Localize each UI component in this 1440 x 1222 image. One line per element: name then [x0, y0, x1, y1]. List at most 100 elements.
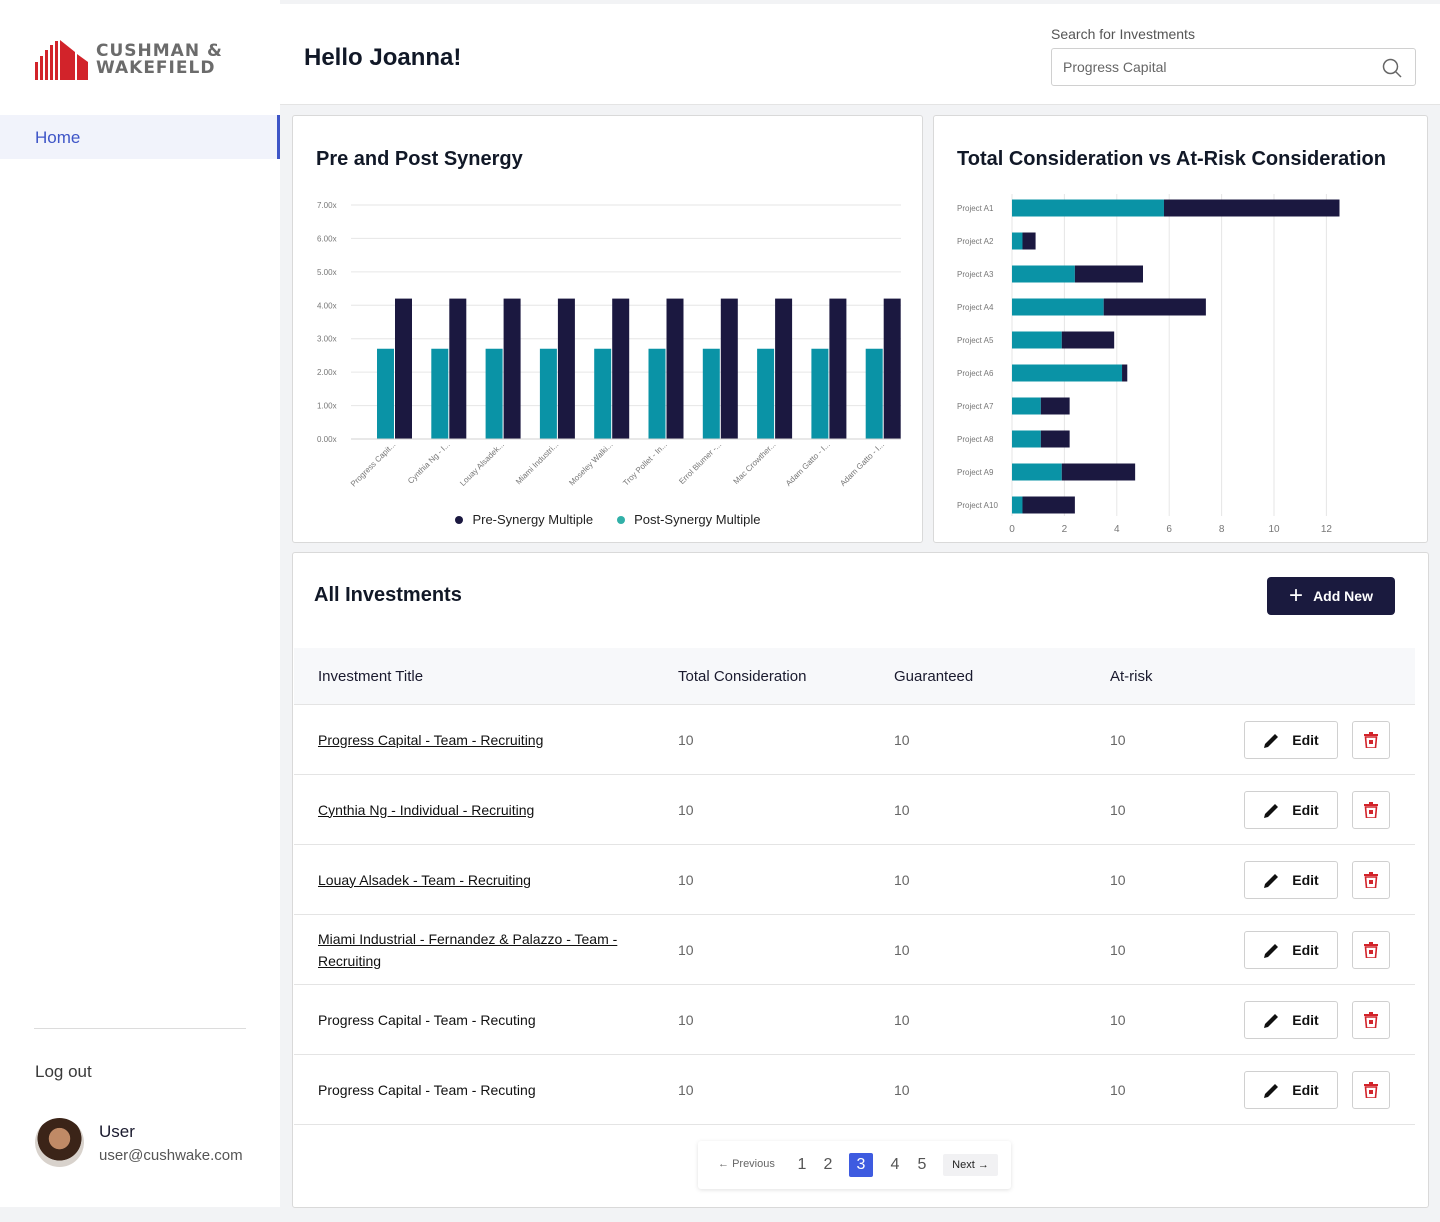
edit-button[interactable]: Edit [1244, 1071, 1338, 1109]
previous-label: Previous [732, 1158, 775, 1170]
brand-logo[interactable]: CUSHMAN & WAKEFIELD [35, 40, 223, 80]
edit-button[interactable]: Edit [1244, 861, 1338, 899]
logout-link[interactable]: Log out [35, 1062, 92, 1082]
investment-title[interactable]: Louay Alsadek - Team - Recruiting [318, 869, 638, 891]
page-title: Hello Joanna! [304, 44, 462, 71]
bar-segment-1[interactable] [1012, 496, 1023, 514]
investment-title[interactable]: Cynthia Ng - Individual - Recruiting [318, 799, 638, 821]
bar-segment-1[interactable] [1012, 331, 1062, 349]
bar-segment-1[interactable] [1012, 397, 1041, 415]
page-5[interactable]: 5 [910, 1153, 934, 1177]
bar-segment-2[interactable] [1040, 430, 1070, 448]
bar-post-synergy[interactable] [757, 348, 775, 439]
bar-post-synergy[interactable] [594, 348, 612, 439]
edit-button[interactable]: Edit [1244, 931, 1338, 969]
bar-segment-2[interactable] [1074, 265, 1143, 283]
search-label: Search for Investments [1051, 26, 1195, 42]
bar-post-synergy[interactable] [811, 348, 829, 439]
bar-segment-1[interactable] [1012, 265, 1075, 283]
bar-segment-2[interactable] [1061, 331, 1115, 349]
bar-pre-synergy[interactable] [503, 298, 521, 439]
cell-guaranteed: 10 [894, 941, 910, 958]
x-tick-label: Adam Gatto - I... [838, 440, 886, 488]
bar-post-synergy[interactable] [485, 348, 503, 439]
edit-button[interactable]: Edit [1244, 721, 1338, 759]
bar-segment-1[interactable] [1012, 463, 1062, 481]
bar-pre-synergy[interactable] [557, 298, 575, 439]
edit-button[interactable]: Edit [1244, 1001, 1338, 1039]
bar-segment-1[interactable] [1012, 364, 1123, 382]
bar-segment-2[interactable] [1022, 496, 1075, 514]
delete-button[interactable] [1352, 721, 1390, 759]
page-1[interactable]: 1 [790, 1153, 814, 1177]
bar-segment-1[interactable] [1012, 199, 1164, 217]
delete-button[interactable] [1352, 931, 1390, 969]
investment-title[interactable]: Miami Industrial - Fernandez & Palazzo -… [318, 928, 638, 972]
bar-segment-1[interactable] [1012, 298, 1104, 316]
column-header-title[interactable]: Investment Title [318, 668, 423, 685]
page-2[interactable]: 2 [816, 1153, 840, 1177]
bar-pre-synergy[interactable] [883, 298, 901, 439]
x-tick-label: 12 [1321, 524, 1333, 535]
legend-item-pre: Pre-Synergy Multiple [455, 512, 593, 527]
edit-button[interactable]: Edit [1244, 791, 1338, 829]
bar-pre-synergy[interactable] [395, 298, 412, 439]
table-row: Louay Alsadek - Team - Recruiting 10 10 … [294, 845, 1415, 915]
bar-post-synergy[interactable] [648, 348, 666, 439]
bar-pre-synergy[interactable] [775, 298, 793, 439]
bar-segment-2[interactable] [1163, 199, 1340, 217]
delete-button[interactable] [1352, 861, 1390, 899]
bar-segment-1[interactable] [1012, 430, 1041, 448]
bar-segment-2[interactable] [1122, 364, 1128, 382]
x-tick-label: Adam Gatto - I... [784, 440, 832, 488]
user-profile[interactable]: User user@cushwake.com [35, 1118, 243, 1167]
x-tick-label: Progress Capit... [349, 440, 397, 488]
y-tick-label: Project A7 [957, 402, 994, 411]
previous-page-button[interactable]: ← Previous [718, 1158, 775, 1170]
page-3[interactable]: 3 [849, 1153, 873, 1177]
y-tick-label: 7.00x [317, 201, 337, 210]
cell-total: 10 [678, 871, 694, 888]
bar-segment-2[interactable] [1061, 463, 1136, 481]
bar-segment-2[interactable] [1040, 397, 1070, 415]
investment-title[interactable]: Progress Capital - Team - Recruiting [318, 729, 638, 751]
bar-post-synergy[interactable] [702, 348, 720, 439]
y-tick-label: 3.00x [317, 335, 337, 344]
delete-button[interactable] [1352, 791, 1390, 829]
bar-pre-synergy[interactable] [720, 298, 738, 439]
table-row: Cynthia Ng - Individual - Recruiting 10 … [294, 775, 1415, 845]
column-header-total[interactable]: Total Consideration [678, 668, 806, 685]
pencil-icon [1264, 733, 1279, 748]
bar-segment-2[interactable] [1103, 298, 1206, 316]
legend-label-pre: Pre-Synergy Multiple [472, 512, 594, 527]
x-tick-label: Moseley Walki... [567, 440, 614, 487]
bar-post-synergy[interactable] [377, 348, 394, 439]
bar-pre-synergy[interactable] [666, 298, 684, 439]
bar-pre-synergy[interactable] [829, 298, 847, 439]
search-icon[interactable] [1382, 58, 1402, 78]
cell-at-risk: 10 [1110, 731, 1126, 748]
sidebar-item-home[interactable]: Home [0, 115, 280, 159]
brand-logo-mark [35, 40, 88, 80]
column-header-at-risk[interactable]: At-risk [1110, 668, 1153, 685]
x-tick-label: Louay Alsadek... [458, 440, 506, 488]
bar-post-synergy[interactable] [865, 348, 883, 439]
y-tick-label: Project A9 [957, 468, 994, 477]
column-header-guaranteed[interactable]: Guaranteed [894, 668, 973, 685]
investments-title: All Investments [314, 584, 462, 606]
bar-segment-1[interactable] [1012, 232, 1023, 250]
search-input[interactable] [1051, 48, 1416, 86]
next-page-button[interactable]: Next → [943, 1154, 998, 1176]
cell-total: 10 [678, 1011, 694, 1028]
bar-segment-2[interactable] [1022, 232, 1036, 250]
bar-post-synergy[interactable] [539, 348, 557, 439]
add-new-button[interactable]: + Add New [1267, 577, 1395, 615]
page-4[interactable]: 4 [883, 1153, 907, 1177]
y-tick-label: Project A6 [957, 369, 994, 378]
bar-post-synergy[interactable] [431, 348, 449, 439]
delete-button[interactable] [1352, 1001, 1390, 1039]
plus-icon: + [1289, 582, 1304, 609]
bar-pre-synergy[interactable] [449, 298, 467, 439]
bar-pre-synergy[interactable] [612, 298, 630, 439]
delete-button[interactable] [1352, 1071, 1390, 1109]
